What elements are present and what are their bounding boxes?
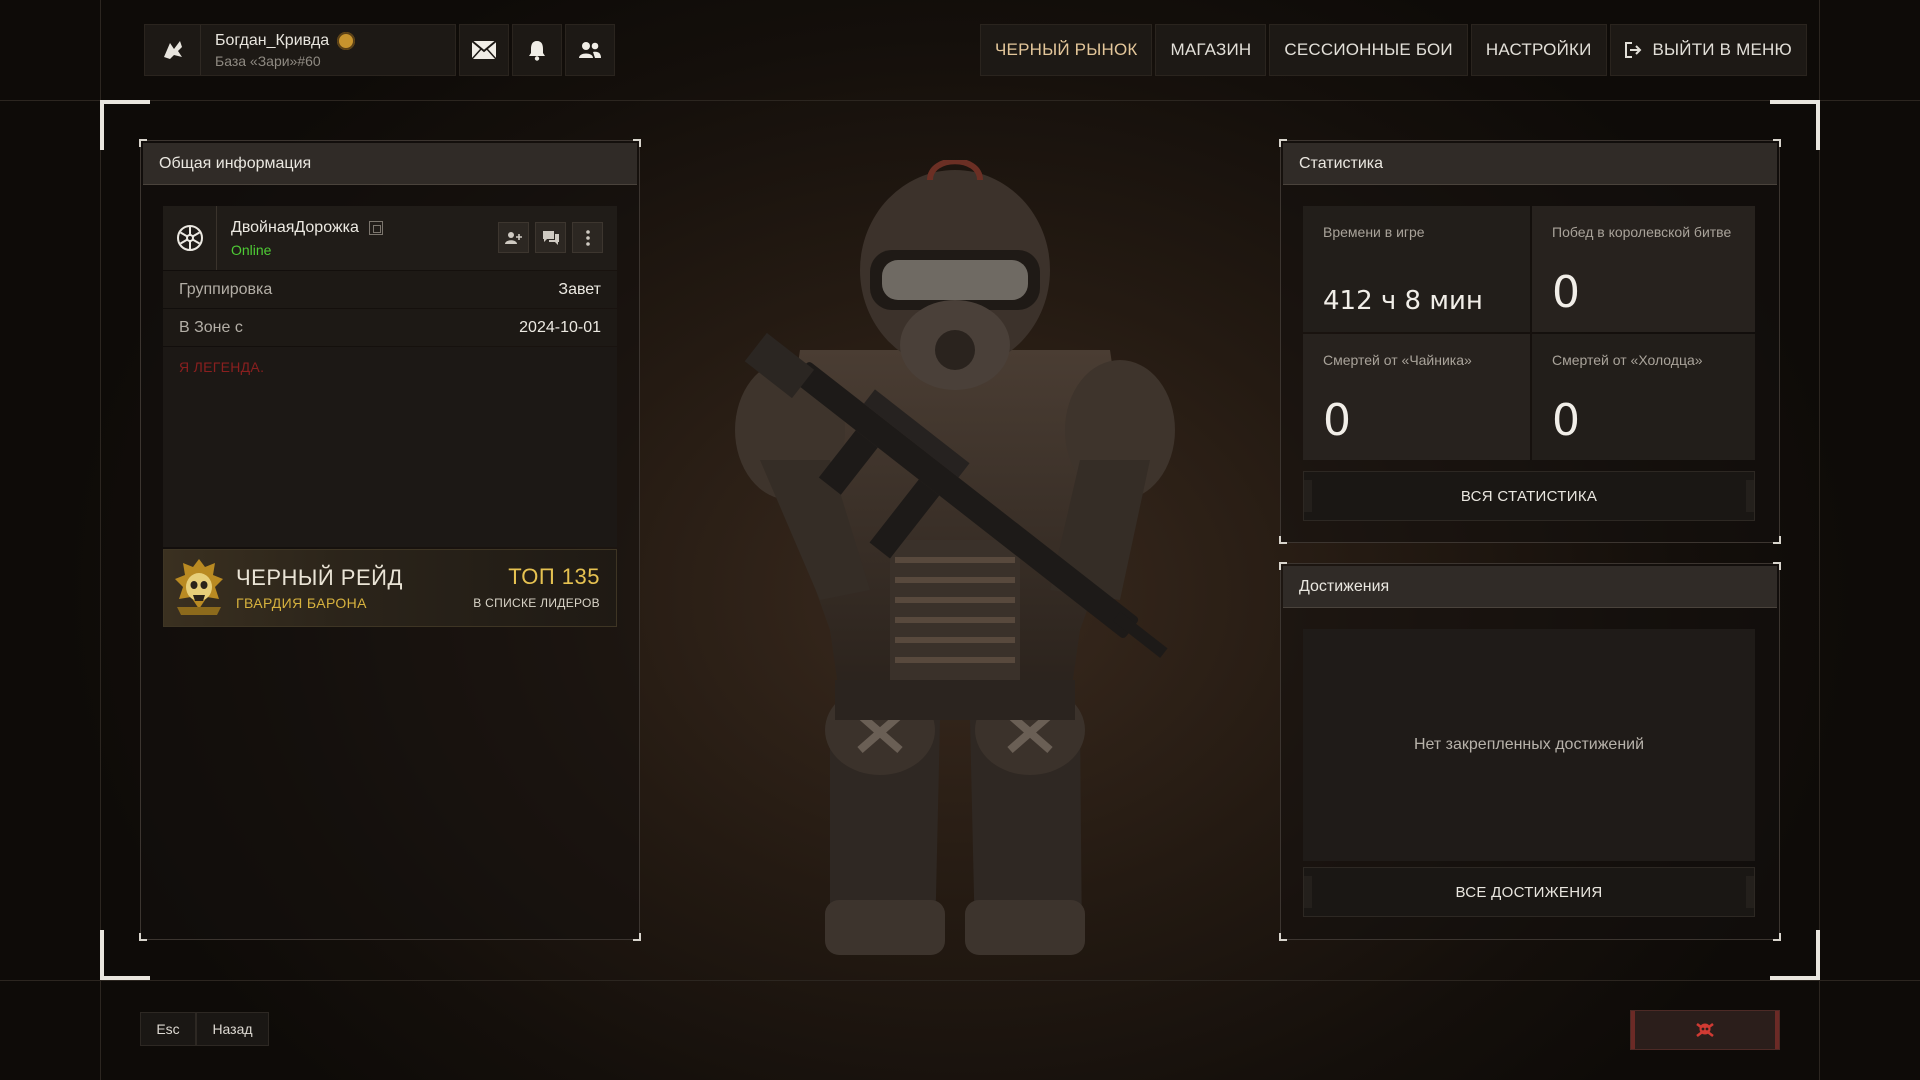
stat-deaths-kettle: Смертей от «Чайника» 0 — [1303, 334, 1530, 460]
stat-royale-wins-label: Побед в королевской битве — [1552, 224, 1732, 240]
general-info-title: Общая информация — [143, 143, 637, 185]
user-base: База «Зари»#60 — [215, 52, 321, 69]
snowflake-faction-icon — [163, 206, 217, 270]
all-stats-button[interactable]: ВСЯ СТАТИСТИКА — [1303, 471, 1755, 521]
frame-line-left — [100, 0, 101, 1080]
stat-deaths-kettle-value: 0 — [1323, 395, 1351, 446]
exit-game-button[interactable] — [1630, 1010, 1780, 1050]
faction-row: Группировка Завет — [163, 271, 617, 308]
frame-line-top — [0, 100, 1920, 101]
achievements-panel: Достижения Нет закрепленных достижений В… — [1279, 562, 1781, 941]
stat-royale-wins-value: 0 — [1552, 267, 1580, 318]
nav-exit-menu-label: ВЫЙТИ В МЕНЮ — [1652, 40, 1792, 59]
back-button[interactable]: Назад — [196, 1012, 269, 1046]
faction-value: Завет — [558, 280, 601, 298]
nav-shop-label: МАГАЗИН — [1170, 40, 1252, 59]
raid-rank-subtitle: В СПИСКЕ ЛИДЕРОВ — [473, 596, 600, 610]
panel-corner — [1279, 536, 1287, 544]
user-bar: Богдан_Кривда База «Зари»#60 — [144, 24, 616, 76]
more-vertical-icon — [585, 229, 590, 246]
user-name: Богдан_Кривда — [215, 31, 330, 49]
nav-settings[interactable]: НАСТРОЙКИ — [1470, 24, 1607, 76]
panel-corner — [1279, 139, 1287, 147]
stat-deaths-kettle-label: Смертей от «Чайника» — [1323, 352, 1472, 368]
online-status: Online — [231, 241, 272, 258]
profile-name: ДвойнаяДорожка — [231, 218, 359, 236]
nav-session-battles[interactable]: СЕССИОННЫЕ БОИ — [1269, 24, 1468, 76]
panel-corner — [1279, 562, 1287, 570]
raid-title: ЧЕРНЫЙ РЕЙД — [236, 565, 403, 590]
stats-title: Статистика — [1283, 143, 1777, 185]
skull-emblem-icon — [164, 549, 234, 627]
zone-since-row: В Зоне с 2024-10-01 — [163, 309, 617, 346]
more-button[interactable] — [572, 222, 603, 253]
add-friend-button[interactable] — [498, 222, 529, 253]
stat-playtime: Времени в игре 412 ч 8 мин — [1303, 206, 1530, 332]
bell-icon — [529, 41, 545, 61]
achievements-title: Достижения — [1283, 566, 1777, 608]
profile-card: ДвойнаяДорожка Online Группировка Завет — [163, 206, 617, 627]
nav-exit-menu[interactable]: ВЫЙТИ В МЕНЮ — [1609, 24, 1807, 76]
panel-corner — [1279, 933, 1287, 941]
character-model — [720, 158, 1190, 970]
esc-key-button[interactable]: Esc — [140, 1012, 196, 1046]
mail-icon — [471, 40, 497, 60]
stats-grid: Времени в игре 412 ч 8 мин Побед в корол… — [1303, 206, 1755, 460]
user-profile-button[interactable]: Богдан_Кривда База «Зари»#60 — [144, 24, 456, 76]
nav-settings-label: НАСТРОЙКИ — [1485, 40, 1592, 59]
chat-icon — [542, 230, 559, 245]
top-navigation: ЧЕРНЫЙ РЫНОК МАГАЗИН СЕССИОННЫЕ БОИ НАСТ… — [980, 24, 1807, 76]
panel-corner — [1773, 139, 1781, 147]
panel-corner — [633, 933, 641, 941]
panel-corner — [139, 139, 147, 147]
zone-since-label: В Зоне с — [179, 318, 243, 336]
nav-session-battles-label: СЕССИОННЫЕ БОИ — [1284, 40, 1453, 59]
notifications-button[interactable] — [512, 24, 562, 76]
nav-black-market-label: ЧЕРНЫЙ РЫНОК — [995, 40, 1138, 59]
faction-logo-icon — [145, 25, 201, 75]
zone-since-value: 2024-10-01 — [519, 318, 601, 336]
stat-playtime-value: 412 ч 8 мин — [1323, 286, 1483, 316]
nav-black-market[interactable]: ЧЕРНЫЙ РЫНОК — [980, 24, 1153, 76]
raid-rank: ТОП 135 — [508, 564, 600, 589]
profile-bio: Я ЛЕГЕНДА. — [163, 347, 617, 547]
copy-icon[interactable] — [368, 220, 383, 235]
stats-panel: Статистика Времени в игре 412 ч 8 мин По… — [1279, 139, 1781, 544]
black-raid-banner[interactable]: ЧЕРНЫЙ РЕЙД ГВАРДИЯ БАРОНА ТОП 135 В СПИ… — [163, 549, 617, 627]
add-friend-icon — [504, 231, 522, 244]
panel-corner — [633, 139, 641, 147]
friends-button[interactable] — [565, 24, 615, 76]
stat-playtime-label: Времени в игре — [1323, 224, 1425, 240]
general-info-panel: Общая информация ДвойнаяДорожка Online Г… — [139, 139, 641, 941]
panel-corner — [1773, 536, 1781, 544]
stat-deaths-cold-value: 0 — [1552, 395, 1580, 446]
panel-corner — [139, 933, 147, 941]
faction-label: Группировка — [179, 280, 273, 298]
panel-corner — [1773, 933, 1781, 941]
skull-crossbones-icon — [1696, 1022, 1714, 1038]
stat-deaths-cold: Смертей от «Холодца» 0 — [1532, 334, 1755, 460]
rank-badge-icon — [337, 31, 356, 50]
frame-line-right — [1819, 0, 1820, 1080]
chat-button[interactable] — [535, 222, 566, 253]
stat-royale-wins: Побед в королевской битве 0 — [1532, 206, 1755, 332]
all-achievements-button[interactable]: ВСЕ ДОСТИЖЕНИЯ — [1303, 867, 1755, 917]
raid-subtitle: ГВАРДИЯ БАРОНА — [236, 595, 367, 611]
friends-icon — [579, 42, 601, 58]
profile-row: ДвойнаяДорожка Online — [163, 206, 617, 270]
exit-icon — [1624, 42, 1641, 58]
stat-deaths-cold-label: Смертей от «Холодца» — [1552, 352, 1703, 368]
achievements-empty-message: Нет закрепленных достижений — [1303, 629, 1755, 861]
panel-corner — [1773, 562, 1781, 570]
nav-shop[interactable]: МАГАЗИН — [1155, 24, 1267, 76]
frame-line-bottom — [0, 980, 1920, 981]
mail-button[interactable] — [459, 24, 509, 76]
